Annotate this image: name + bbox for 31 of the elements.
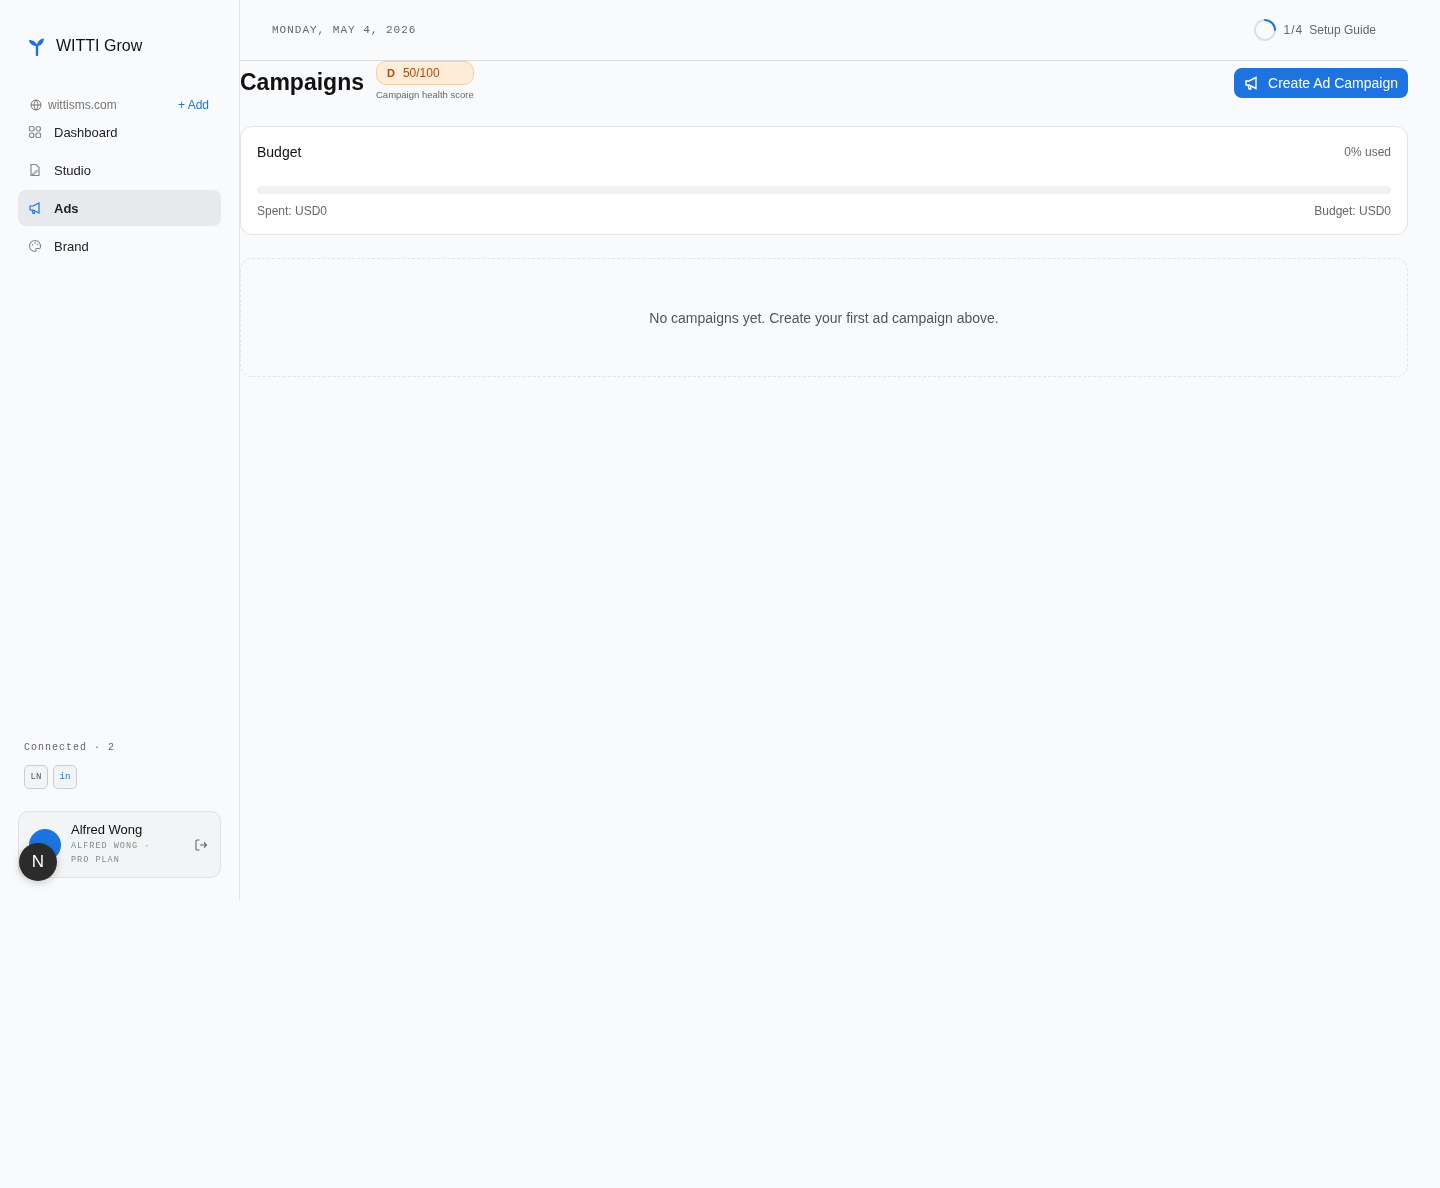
brand-name: WITTI Grow [56,37,143,55]
nav-item[interactable]: Ads [18,190,221,226]
score-caption: Campaign health score [376,89,474,100]
user-name: Alfred Wong [71,822,144,837]
dev-tools-badge[interactable]: N [19,843,57,881]
budget-title: Budget [257,144,302,160]
nav-item[interactable]: Studio [18,152,221,188]
grid-icon [28,125,42,139]
account-chip[interactable]: in [53,765,77,789]
nav-item[interactable]: Dashboard [18,114,221,150]
document-edit-icon [28,163,42,177]
connected-label: Connected · 2 [23,742,116,753]
palette-icon [28,239,42,253]
site-domain: wittisms.com [48,98,118,112]
create-campaign-button[interactable]: Create Ad Campaign [1234,68,1408,98]
spent-label: Spent: USD0 [257,204,328,218]
account-chip[interactable]: LN [24,765,48,789]
page-title: Campaigns [240,69,364,96]
score-badge: D 50/100 [376,61,474,85]
empty-message: No campaigns yet. Create your first ad campaign above. [649,309,999,326]
setup-guide-button[interactable]: 1/4 Setup Guide [1251,17,1376,43]
add-site-link[interactable]: + Add [177,98,209,112]
nav-item[interactable]: Brand [18,228,221,264]
budget-used: 0% used [1344,145,1391,159]
budget-label: Budget: USD0 [1314,204,1391,218]
logout-icon [194,837,208,852]
megaphone-icon [28,201,42,215]
sprout-logo-icon [27,36,47,56]
globe-icon [30,99,42,111]
date-label: MONDAY, MAY 4, 2026 [272,24,417,36]
user-plan: ALFRED WONG · PRO PLAN [71,840,152,867]
